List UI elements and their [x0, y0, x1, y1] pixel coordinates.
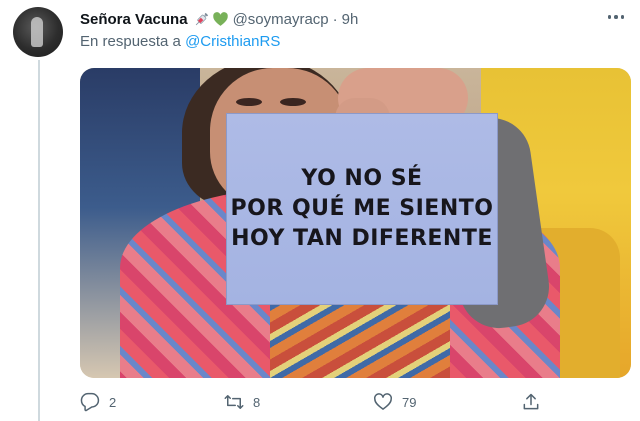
media-eye-left — [236, 98, 262, 106]
avatar[interactable] — [13, 7, 63, 57]
author-emojis — [193, 11, 229, 28]
author-handle[interactable]: @soymayracp — [233, 11, 329, 28]
tweet-time[interactable]: 9h — [342, 11, 359, 28]
retweet-icon — [224, 395, 244, 409]
reply-prefix: En respuesta a — [80, 33, 181, 50]
share-button[interactable] — [521, 392, 541, 412]
sign-paper: YO NO SÉ POR QUÉ ME SIENTO HOY TAN DIFER… — [226, 113, 498, 305]
media-eye-right — [280, 98, 306, 106]
retweet-button[interactable]: 8 — [224, 392, 260, 412]
tweet-media[interactable]: YO NO SÉ POR QUÉ ME SIENTO HOY TAN DIFER… — [80, 68, 631, 378]
thread-line — [38, 60, 40, 421]
sign-line: HOY TAN DIFERENTE — [231, 226, 493, 251]
heart-icon — [374, 393, 392, 410]
share-icon — [523, 393, 539, 410]
syringe-emoji-icon — [195, 12, 208, 25]
reply-mention-link[interactable]: @CristhianRS — [185, 33, 280, 50]
author-display-name[interactable]: Señora Vacuna — [80, 11, 188, 28]
like-count: 79 — [402, 394, 417, 410]
tweet-header: Señora Vacuna @soymayracp · 9h — [80, 8, 358, 30]
tweet-actions: 2 8 79 — [80, 392, 631, 416]
sign-line: POR QUÉ ME SIENTO — [230, 196, 494, 221]
more-options-icon[interactable] — [602, 8, 630, 26]
reply-context: En respuesta a @CristhianRS — [80, 33, 280, 50]
retweet-count: 8 — [253, 394, 261, 410]
reply-count: 2 — [109, 394, 117, 410]
avatar-figure — [31, 17, 43, 47]
green-heart-emoji-icon — [212, 11, 228, 26]
sign-line: YO NO SÉ — [301, 166, 423, 191]
reply-icon — [80, 392, 100, 412]
like-button[interactable]: 79 — [373, 392, 416, 412]
reply-button[interactable]: 2 — [80, 392, 116, 412]
separator-dot: · — [332, 10, 338, 28]
